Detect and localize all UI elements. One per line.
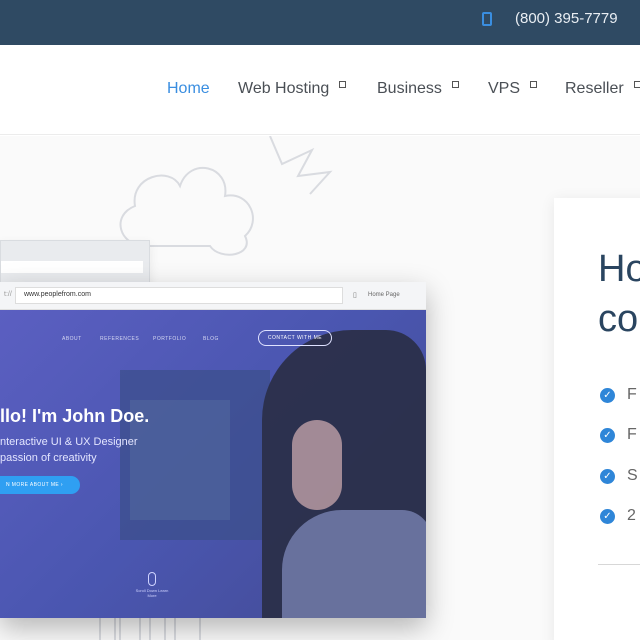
hosting-card: Ho co ✓ F ✓ F ✓ S ✓ 2 bbox=[554, 198, 640, 640]
feature-label: F bbox=[627, 386, 637, 403]
address-bar: t:// www.peoplefrom.com bbox=[4, 287, 343, 304]
dropdown-icon bbox=[451, 81, 459, 88]
check-icon: ✓ bbox=[600, 388, 615, 403]
nav-item-reseller[interactable]: Reseller bbox=[565, 80, 640, 98]
check-icon: ✓ bbox=[600, 428, 615, 443]
nav-item-label: Reseller bbox=[565, 80, 624, 97]
site-menu-references: REFERENCES bbox=[100, 336, 140, 342]
site-subline: passion of creativity bbox=[0, 452, 97, 464]
nav-item-label: Web Hosting bbox=[238, 80, 330, 97]
hero-section: t:// www.peoplefrom.com ▯ Home Page ABOU… bbox=[0, 136, 640, 640]
scroll-hint: Scroll Down Learn More bbox=[135, 588, 169, 598]
card-title: Ho bbox=[598, 248, 640, 290]
card-divider bbox=[598, 564, 640, 565]
phone-icon bbox=[482, 12, 492, 26]
address-bar bbox=[1, 261, 143, 273]
person-face bbox=[292, 420, 342, 510]
check-icon: ✓ bbox=[600, 469, 615, 484]
site-cta-button: N MORE ABOUT ME › bbox=[0, 476, 80, 494]
nav-item-label: Home bbox=[167, 80, 210, 97]
site-headline: llo! I'm John Doe. bbox=[0, 406, 150, 426]
browser-toolbar: t:// www.peoplefrom.com ▯ Home Page bbox=[0, 282, 426, 310]
nav-item-label: Business bbox=[377, 80, 442, 97]
nav-item-vps[interactable]: VPS bbox=[488, 80, 538, 98]
phone-number[interactable]: (800) 395-7779 bbox=[515, 10, 618, 27]
url-protocol: t:// bbox=[4, 291, 12, 298]
site-contact-button: CONTACT WITH ME bbox=[258, 330, 332, 346]
feature-label: 2 bbox=[627, 507, 636, 524]
site-subline: nteractive UI & UX Designer bbox=[0, 436, 138, 448]
mouse-icon bbox=[148, 572, 156, 586]
feature-label: F bbox=[627, 426, 637, 443]
site-menu-blog: BLOG bbox=[203, 336, 219, 342]
nav-item-label: VPS bbox=[488, 80, 521, 97]
star-doodle bbox=[269, 136, 333, 195]
browser-mockup: t:// www.peoplefrom.com ▯ Home Page ABOU… bbox=[0, 282, 426, 618]
dropdown-icon bbox=[530, 81, 538, 88]
site-menu-about: ABOUT bbox=[62, 336, 82, 342]
url-text: www.peoplefrom.com bbox=[24, 291, 91, 298]
feature-item: ✓ 2 bbox=[600, 507, 636, 525]
feature-item: ✓ F bbox=[600, 426, 637, 444]
person-shoulder bbox=[282, 510, 426, 618]
tab-title: Home Page bbox=[368, 292, 400, 298]
dropdown-icon bbox=[633, 81, 640, 88]
feature-label: S bbox=[627, 467, 638, 484]
feature-item: ✓ S bbox=[600, 467, 638, 485]
nav-item-home[interactable]: Home bbox=[167, 80, 210, 98]
nav-item-web-hosting[interactable]: Web Hosting bbox=[238, 80, 347, 98]
site-menu-portfolio: PORTFOLIO bbox=[153, 336, 187, 342]
card-title: co bbox=[598, 298, 639, 340]
nav-item-business[interactable]: Business bbox=[377, 80, 459, 98]
feature-item: ✓ F bbox=[600, 386, 637, 404]
check-icon: ✓ bbox=[600, 509, 615, 524]
top-bar: (800) 395-7779 bbox=[0, 0, 640, 45]
page-icon: ▯ bbox=[353, 292, 357, 299]
website-preview: ABOUT REFERENCES PORTFOLIO BLOG CONTACT … bbox=[0, 310, 426, 618]
dropdown-icon bbox=[339, 81, 347, 88]
main-navigation: Home Web Hosting Business VPS Reseller bbox=[0, 45, 640, 135]
